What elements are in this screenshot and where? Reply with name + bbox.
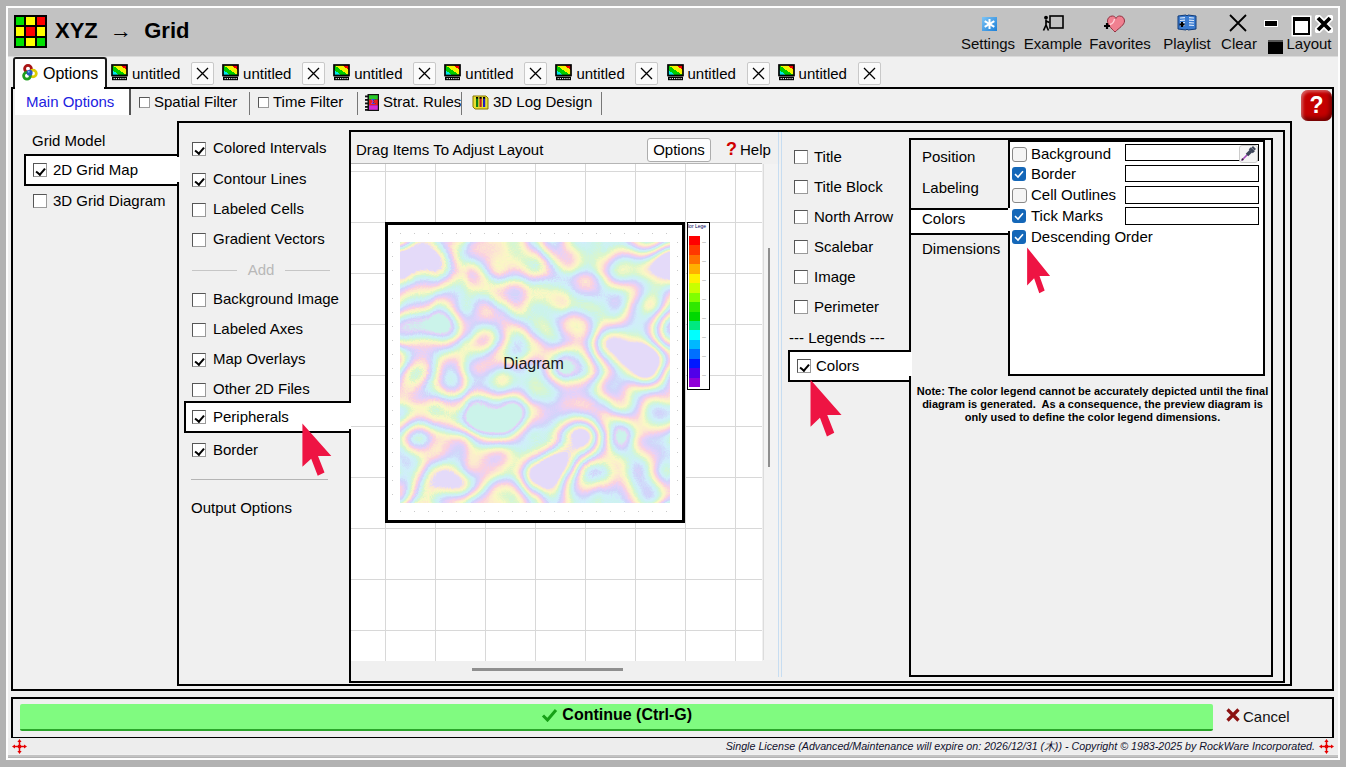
svg-text:Σ: Σ [371, 98, 375, 105]
